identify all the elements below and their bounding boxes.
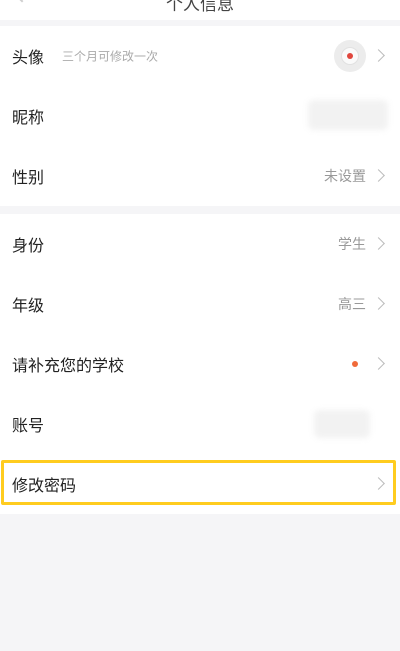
chevron-right-icon[interactable]: [372, 297, 385, 310]
identity-row[interactable]: 身份 学生: [0, 214, 400, 274]
gender-value: 未设置: [324, 169, 366, 185]
chevron-right-icon[interactable]: [372, 169, 385, 182]
chevron-right-icon[interactable]: [372, 237, 385, 250]
identity-label: 身份: [12, 236, 45, 255]
gender-label: 性别: [12, 168, 45, 187]
top-bar: 个人信息: [0, 0, 400, 20]
chevron-right-icon[interactable]: [372, 49, 385, 62]
notification-dot-icon: [352, 361, 358, 367]
nickname-row[interactable]: 昵称: [0, 86, 400, 146]
account-label: 账号: [12, 416, 45, 435]
account-value-redacted: [314, 410, 370, 438]
account-row: 账号: [0, 394, 400, 454]
chevron-right-icon[interactable]: [372, 357, 385, 370]
nickname-label: 昵称: [12, 108, 45, 127]
avatar-hint: 三个月可修改一次: [62, 49, 159, 64]
gender-row[interactable]: 性别 未设置: [0, 146, 400, 206]
avatar-row[interactable]: 头像 三个月可修改一次: [0, 26, 400, 86]
grade-value: 高三: [338, 297, 366, 313]
school-label: 请补充您的学校: [12, 356, 125, 375]
grade-label: 年级: [12, 296, 45, 315]
grade-row[interactable]: 年级 高三: [0, 274, 400, 334]
nickname-value-redacted: [308, 100, 388, 130]
school-row[interactable]: 请补充您的学校: [0, 334, 400, 394]
page-title: 个人信息: [166, 0, 234, 15]
identity-value: 学生: [338, 237, 366, 253]
avatar-icon[interactable]: [334, 40, 366, 72]
avatar-label: 头像: [12, 48, 45, 67]
profile-group: 头像 三个月可修改一次 昵称 性别 未设置: [0, 26, 400, 206]
highlight-frame: [1, 460, 396, 505]
avatar-mark-icon: [347, 53, 353, 59]
